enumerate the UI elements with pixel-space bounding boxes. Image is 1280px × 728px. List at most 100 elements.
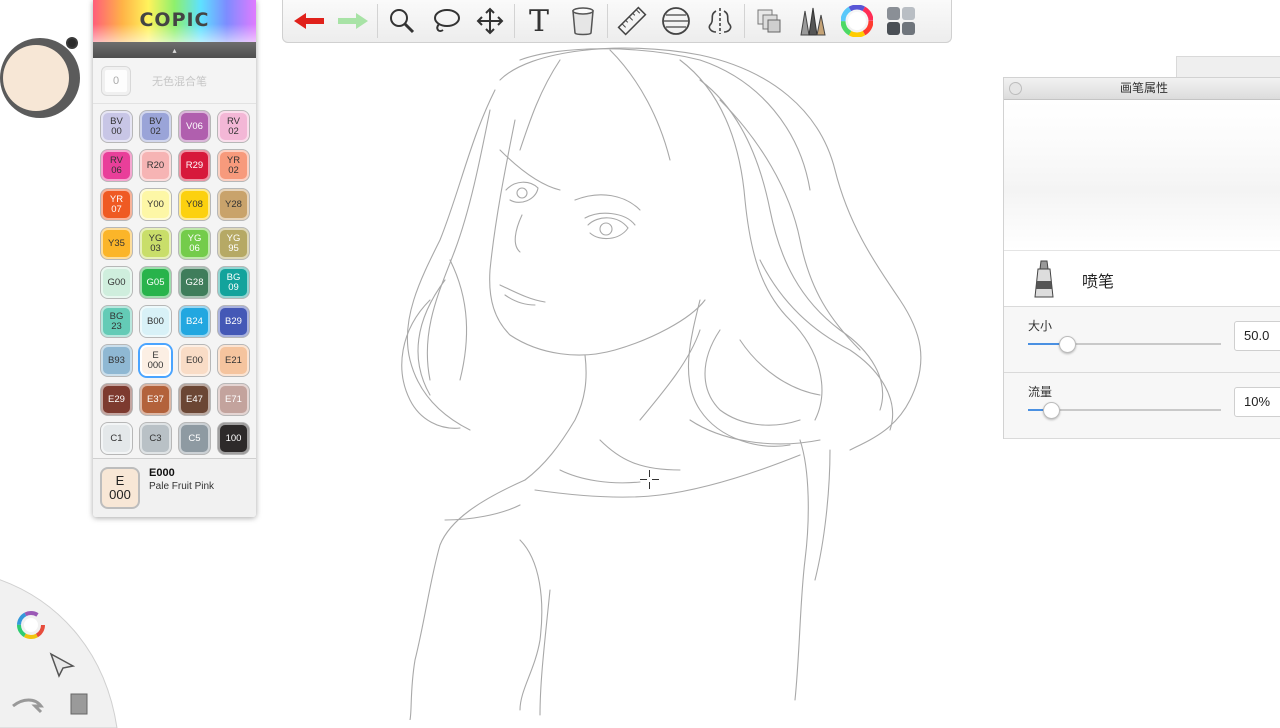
copic-swatch[interactable]: Y08 — [179, 189, 210, 220]
size-slider[interactable] — [1028, 336, 1221, 353]
copic-swatch[interactable]: G28 — [179, 267, 210, 298]
stroke-preview — [1004, 100, 1280, 250]
copic-swatch[interactable]: E37 — [140, 384, 171, 415]
copic-swatch[interactable]: Y00 — [140, 189, 171, 220]
blender-label: 无色混合笔 — [152, 75, 207, 88]
brush-properties-panel: 画笔属性 喷笔 大小 50.0 流量 10% — [1003, 77, 1280, 439]
copic-swatch[interactable]: Y35 — [101, 228, 132, 259]
copic-swatch[interactable]: R29 — [179, 150, 210, 181]
zoom-button[interactable] — [380, 1, 424, 41]
selected-color-chip[interactable]: E 000 — [100, 467, 140, 509]
flow-label: 流量 — [1028, 385, 1053, 399]
flow-value-field[interactable]: 10% — [1234, 387, 1280, 417]
palette-header: COPIC — [93, 0, 256, 42]
ruler-button[interactable] — [610, 1, 654, 41]
copic-swatch[interactable]: BV 00 — [101, 111, 132, 142]
text-icon: T — [528, 3, 549, 39]
copic-swatch[interactable]: YR 02 — [218, 150, 249, 181]
redo-icon — [338, 13, 368, 29]
copic-swatch[interactable]: G05 — [140, 267, 171, 298]
top-toolbar: T — [282, 0, 952, 43]
swatch-grid: BV 00 BV 02 V06 RV 02 RV 06 R20 R29 YR 02 YR 07 Y… — [93, 104, 256, 454]
copic-swatch[interactable]: C1 — [101, 423, 132, 454]
zoom-icon — [390, 9, 415, 34]
copic-swatch[interactable]: BG 23 — [101, 306, 132, 337]
color-puck[interactable] — [0, 32, 84, 128]
size-value-field[interactable]: 50.0 — [1234, 321, 1280, 351]
airbrush-icon — [1034, 260, 1054, 298]
selected-color-code: E000 — [149, 467, 175, 479]
copic-swatch[interactable]: YR 07 — [101, 189, 132, 220]
copic-swatch[interactable]: E47 — [179, 384, 210, 415]
copic-swatch[interactable]: 100 — [218, 423, 249, 454]
copic-library-button[interactable] — [879, 1, 923, 41]
copic-swatch[interactable]: B24 — [179, 306, 210, 337]
copic-swatch[interactable]: E 000 — [140, 345, 171, 376]
copic-swatch[interactable]: E21 — [218, 345, 249, 376]
copic-swatch[interactable]: E29 — [101, 384, 132, 415]
move-icon — [476, 7, 504, 35]
copic-swatch[interactable]: YG 95 — [218, 228, 249, 259]
copic-swatch[interactable]: Y28 — [218, 189, 249, 220]
perspective-button[interactable] — [654, 1, 698, 41]
ruler-icon — [617, 6, 647, 36]
brush-name: 喷笔 — [1082, 274, 1115, 291]
copic-swatch[interactable]: C5 — [179, 423, 210, 454]
layers-icon — [757, 9, 781, 33]
undo-icon — [294, 13, 324, 29]
selected-color-info: E 000 E000 Pale Fruit Pink — [93, 458, 256, 517]
redo-button[interactable] — [331, 1, 375, 41]
close-button[interactable] — [1009, 82, 1022, 95]
copic-swatch[interactable]: B00 — [140, 306, 171, 337]
lasso-icon — [434, 9, 460, 33]
color-wheel-icon — [841, 5, 873, 37]
copic-palette: COPIC ▴ 0 无色混合笔 BV 00 BV 02 V06 RV 02 RV 06 R… — [93, 0, 256, 517]
copic-swatch[interactable]: V06 — [179, 111, 210, 142]
copic-swatch[interactable]: BV 02 — [140, 111, 171, 142]
flow-slider-block: 流量 10% — [1004, 373, 1280, 439]
panel-titlebar[interactable]: 画笔属性 — [1004, 78, 1280, 100]
copic-swatch[interactable]: B29 — [218, 306, 249, 337]
fill-button[interactable] — [561, 1, 605, 41]
copic-swatch[interactable]: C3 — [140, 423, 171, 454]
fill-bucket-icon — [572, 7, 594, 36]
brush-selector[interactable]: 喷笔 — [1004, 250, 1280, 307]
copic-swatch[interactable]: R20 — [140, 150, 171, 181]
current-color-swatch — [3, 45, 69, 111]
copic-swatch[interactable]: E00 — [179, 345, 210, 376]
selected-color-name: Pale Fruit Pink — [149, 481, 215, 492]
copic-logo: COPIC — [139, 9, 210, 31]
symmetry-icon — [708, 8, 732, 34]
color-wheel-button[interactable] — [835, 1, 879, 41]
brush-library-button[interactable] — [791, 1, 835, 41]
layers-button[interactable] — [747, 1, 791, 41]
brush-library-icon — [800, 7, 826, 36]
palette-collapse-bar[interactable]: ▴ — [93, 42, 256, 58]
undo-button[interactable] — [287, 1, 331, 41]
perspective-icon — [662, 7, 690, 35]
copic-swatch[interactable]: E71 — [218, 384, 249, 415]
copic-swatch[interactable]: B93 — [101, 345, 132, 376]
flow-slider-knob[interactable] — [1043, 402, 1061, 419]
copic-swatch[interactable]: G00 — [101, 267, 132, 298]
symmetry-button[interactable] — [698, 1, 742, 41]
panel-title: 画笔属性 — [1119, 81, 1168, 95]
size-slider-block: 大小 50.0 — [1004, 307, 1280, 373]
lagoon-menu[interactable] — [0, 568, 125, 728]
blender-row[interactable]: 0 无色混合笔 — [93, 58, 256, 104]
blender-chip[interactable]: 0 — [101, 65, 131, 96]
size-label: 大小 — [1028, 319, 1053, 333]
transform-button[interactable] — [468, 1, 512, 41]
layer-tool-icon[interactable] — [70, 693, 88, 715]
copic-swatch[interactable]: RV 06 — [101, 150, 132, 181]
copic-swatch[interactable]: BG 09 — [218, 267, 249, 298]
copic-swatch[interactable]: YG 06 — [179, 228, 210, 259]
size-slider-knob[interactable] — [1058, 336, 1076, 353]
copic-swatch[interactable]: RV 02 — [218, 111, 249, 142]
flow-slider[interactable] — [1028, 402, 1221, 419]
copic-palette-icon — [887, 7, 915, 35]
copic-swatch[interactable]: YG 03 — [140, 228, 171, 259]
crosshair-cursor-icon — [640, 470, 659, 489]
text-tool-button[interactable]: T — [517, 1, 561, 41]
lasso-button[interactable] — [424, 1, 468, 41]
